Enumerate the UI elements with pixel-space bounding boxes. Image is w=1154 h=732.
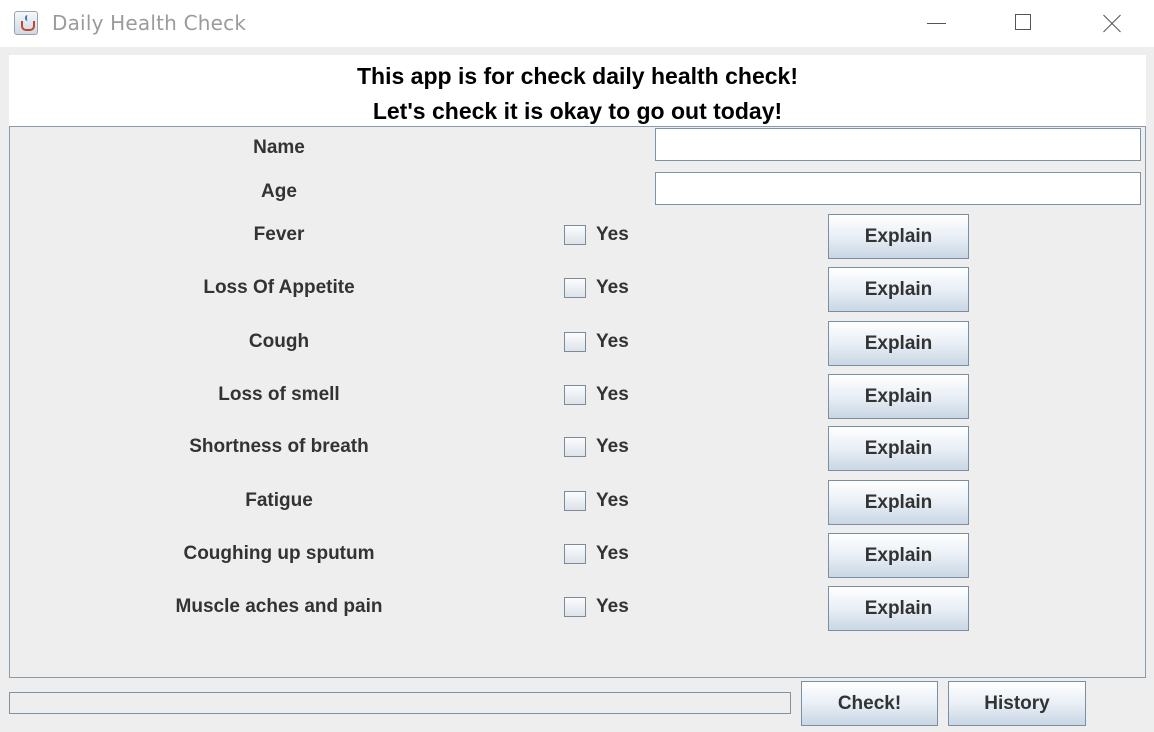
symptom-checkbox[interactable] (564, 437, 586, 457)
checkbox-label[interactable]: Yes (596, 490, 629, 512)
symptom-row-shortness-of-breath: Shortness of breath Yes Explain (10, 426, 1145, 471)
header-panel: This app is for check daily health check… (9, 55, 1146, 126)
title-bar: Daily Health Check (0, 0, 1154, 47)
close-button[interactable] (1066, 0, 1154, 47)
header-line-1: This app is for check daily health check… (357, 63, 798, 89)
name-field[interactable] (655, 128, 1141, 161)
progress-bar (9, 692, 791, 714)
age-field[interactable] (655, 172, 1141, 205)
symptom-label: Coughing up sputum (183, 543, 375, 564)
header-line-2: Let's check it is okay to go out today! (372, 98, 783, 124)
symptom-checkbox[interactable] (564, 385, 586, 405)
name-row: Name (10, 127, 1145, 167)
minimize-button[interactable] (890, 0, 980, 47)
symptom-label: Loss of smell (218, 384, 340, 405)
explain-button[interactable]: Explain (828, 426, 969, 471)
explain-button[interactable]: Explain (828, 374, 969, 419)
symptom-row-muscle-aches-and-pain: Muscle aches and pain Yes Explain (10, 586, 1145, 631)
checkbox-label[interactable]: Yes (596, 543, 629, 565)
symptom-label: Shortness of breath (189, 436, 369, 457)
symptom-label: Fever (253, 224, 305, 245)
explain-button[interactable]: Explain (828, 586, 969, 631)
checkbox-label[interactable]: Yes (596, 277, 629, 299)
symptom-row-fever: Fever Yes Explain (10, 214, 1145, 259)
form-panel: Name Age Fever Yes Explain Loss Of Appet… (9, 126, 1146, 678)
symptom-label: Cough (248, 331, 310, 352)
symptom-label: Muscle aches and pain (175, 596, 383, 617)
maximize-button[interactable] (980, 0, 1070, 47)
checkbox-label[interactable]: Yes (596, 596, 629, 618)
minimize-icon (927, 23, 946, 24)
symptom-checkbox[interactable] (564, 544, 586, 564)
explain-button[interactable]: Explain (828, 321, 969, 366)
symptom-label: Loss Of Appetite (203, 277, 355, 298)
checkbox-label[interactable]: Yes (596, 331, 629, 353)
maximize-icon (1015, 14, 1031, 30)
symptom-label: Fatigue (245, 490, 313, 511)
java-cup-icon (14, 11, 38, 35)
window-title: Daily Health Check (52, 11, 247, 35)
symptom-checkbox[interactable] (564, 278, 586, 298)
check-button[interactable]: Check! (801, 681, 938, 726)
symptom-checkbox[interactable] (564, 332, 586, 352)
symptom-checkbox[interactable] (564, 225, 586, 245)
symptom-row-fatigue: Fatigue Yes Explain (10, 480, 1145, 525)
symptom-row-loss-of-appetite: Loss Of Appetite Yes Explain (10, 267, 1145, 312)
symptom-checkbox[interactable] (564, 597, 586, 617)
checkbox-label[interactable]: Yes (596, 436, 629, 458)
history-button[interactable]: History (948, 681, 1086, 726)
symptom-row-cough: Cough Yes Explain (10, 321, 1145, 366)
age-row: Age (10, 171, 1145, 211)
explain-button[interactable]: Explain (828, 214, 969, 259)
explain-button[interactable]: Explain (828, 533, 969, 578)
age-label: Age (261, 181, 297, 202)
explain-button[interactable]: Explain (828, 480, 969, 525)
symptom-checkbox[interactable] (564, 491, 586, 511)
symptom-row-loss-of-smell: Loss of smell Yes Explain (10, 374, 1145, 419)
checkbox-label[interactable]: Yes (596, 384, 629, 406)
symptom-row-coughing-up-sputum: Coughing up sputum Yes Explain (10, 533, 1145, 578)
explain-button[interactable]: Explain (828, 267, 969, 312)
checkbox-label[interactable]: Yes (596, 224, 629, 246)
name-label: Name (253, 137, 305, 158)
